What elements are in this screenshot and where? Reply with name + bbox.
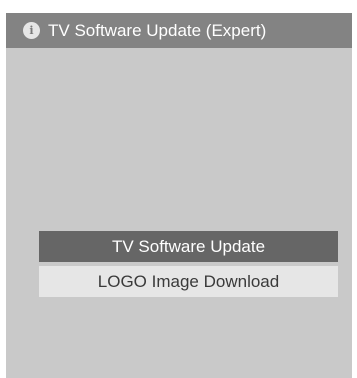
dialog-title: TV Software Update (Expert) xyxy=(48,21,267,40)
menu-item-tv-software-update[interactable]: TV Software Update xyxy=(39,231,338,262)
menu-item-logo-image-download[interactable]: LOGO Image Download xyxy=(39,266,338,297)
title-bar: i TV Software Update (Expert) xyxy=(6,13,352,48)
info-icon: i xyxy=(23,22,40,39)
software-update-panel: i TV Software Update (Expert) TV Softwar… xyxy=(6,13,352,378)
